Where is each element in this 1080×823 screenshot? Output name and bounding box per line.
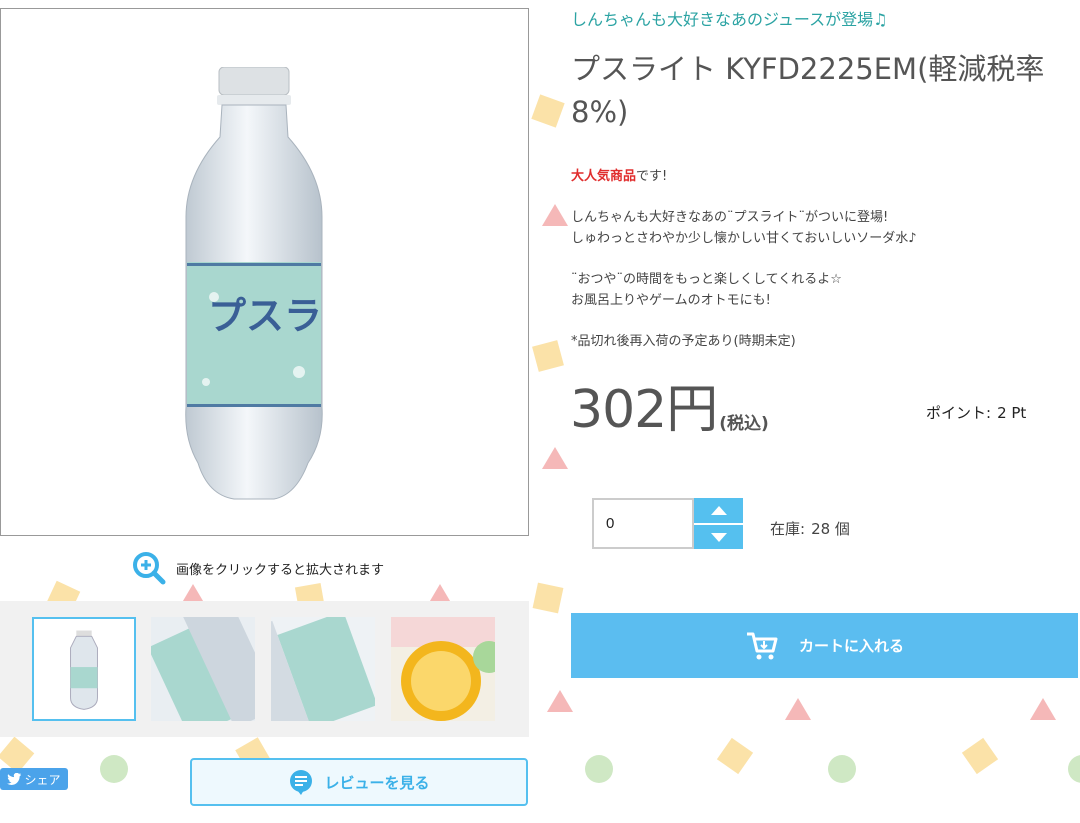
thumbnail-cup-image bbox=[391, 617, 495, 721]
thumbnail-strip bbox=[0, 601, 529, 737]
quantity-input[interactable] bbox=[592, 498, 694, 549]
thumbnail-label-angle bbox=[271, 617, 375, 721]
description-line: ¨おつや¨の時間をもっと楽しくしてくれるよ☆ bbox=[571, 272, 842, 287]
share-label: シェア bbox=[24, 772, 61, 787]
chevron-down-icon bbox=[710, 532, 727, 542]
zoom-hint[interactable]: 画像をクリックすると拡大されます bbox=[132, 551, 384, 585]
confetti-square bbox=[532, 340, 564, 372]
description-line: しんちゃんも大好きなあの¨プスライト¨がついに登場! bbox=[571, 210, 889, 225]
zoom-in-icon bbox=[133, 552, 166, 585]
confetti-triangle bbox=[542, 204, 568, 226]
points-value: 2 Pt bbox=[997, 404, 1027, 422]
review-label: レビューを見る bbox=[324, 773, 430, 792]
add-to-cart-button[interactable]: カートに入れる bbox=[571, 613, 1078, 678]
stock-value: 28 個 bbox=[811, 520, 850, 538]
cart-label: カートに入れる bbox=[798, 637, 904, 655]
thumbnail-label-closeup bbox=[151, 617, 255, 721]
product-title: プスライト KYFD2225EM(軽減税率8%) bbox=[571, 52, 1045, 129]
popular-line: 大人気商品です! bbox=[571, 166, 1051, 187]
quantity-increase-button[interactable] bbox=[694, 498, 743, 523]
price-tax-label: (税込) bbox=[719, 414, 769, 434]
soda-bottle-illustration: プスライト bbox=[185, 67, 324, 500]
thumbnail-1[interactable] bbox=[32, 617, 136, 721]
view-reviews-button[interactable]: レビューを見る bbox=[190, 758, 528, 806]
thumbnail-3[interactable] bbox=[271, 617, 375, 721]
thumbnail-bottle-image bbox=[34, 619, 134, 719]
confetti-dot bbox=[1068, 755, 1080, 783]
confetti-triangle bbox=[785, 698, 811, 720]
description-line: しゅわっとさわやか少し懐かしい甘くておいしいソーダ水♪ bbox=[571, 231, 917, 246]
main-product-image[interactable]: プスライト bbox=[0, 8, 529, 536]
price-value: 302円 bbox=[570, 380, 718, 440]
review-bubble-icon bbox=[290, 770, 313, 795]
price: 302円 (税込) bbox=[570, 380, 769, 440]
twitter-share-button[interactable]: シェア bbox=[0, 768, 68, 790]
twitter-bird-icon bbox=[7, 773, 22, 785]
stock-label: 在庫: bbox=[770, 520, 806, 538]
popular-suffix: です! bbox=[636, 169, 668, 184]
confetti-dot bbox=[585, 755, 613, 783]
description-line: お風呂上りやゲームのオトモにも! bbox=[571, 293, 771, 308]
zoom-hint-text: 画像をクリックすると拡大されます bbox=[176, 562, 385, 578]
confetti-triangle bbox=[542, 447, 568, 469]
confetti-square bbox=[531, 94, 565, 128]
confetti-dot bbox=[828, 755, 856, 783]
description-paragraph-1: しんちゃんも大好きなあの¨プスライト¨がついに登場! しゅわっとさわやか少し懐か… bbox=[571, 207, 1051, 249]
restock-note: *品切れ後再入荷の予定あり(時期未定) bbox=[571, 334, 796, 349]
confetti-square bbox=[532, 582, 564, 614]
thumbnail-2[interactable] bbox=[151, 617, 255, 721]
thumbnail-4[interactable] bbox=[391, 617, 495, 721]
stock-info: 在庫: 28 個 bbox=[770, 518, 850, 539]
product-description: 大人気商品です! しんちゃんも大好きなあの¨プスライト¨がついに登場! しゅわっ… bbox=[571, 166, 1051, 352]
confetti-triangle bbox=[547, 690, 573, 712]
description-paragraph-2: ¨おつや¨の時間をもっと楽しくしてくれるよ☆ お風呂上りやゲームのオトモにも! bbox=[571, 269, 1051, 311]
confetti-square bbox=[716, 737, 754, 775]
cart-icon bbox=[746, 632, 778, 659]
chevron-up-icon bbox=[710, 506, 727, 515]
confetti-square bbox=[961, 737, 999, 775]
confetti-dot bbox=[100, 755, 128, 783]
points-label: ポイント: bbox=[926, 404, 992, 422]
svg-text:プスライト: プスライト bbox=[208, 294, 324, 338]
popular-highlight: 大人気商品 bbox=[571, 169, 637, 184]
quantity-decrease-button[interactable] bbox=[694, 524, 743, 549]
points-info: ポイント: 2 Pt bbox=[926, 402, 1026, 423]
confetti-triangle bbox=[1030, 698, 1056, 720]
catchphrase: しんちゃんも大好きなあのジュースが登場♫ bbox=[571, 10, 888, 29]
